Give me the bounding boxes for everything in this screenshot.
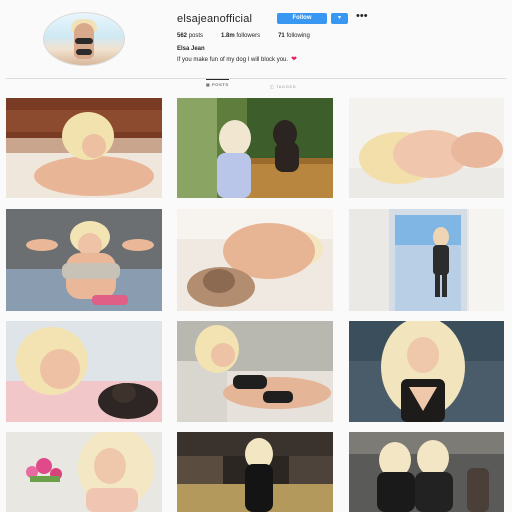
post-image <box>177 432 333 512</box>
post-thumbnail[interactable] <box>6 321 162 422</box>
post-image <box>177 321 333 422</box>
post-thumbnail[interactable] <box>349 432 504 512</box>
post-thumbnail[interactable] <box>349 98 504 198</box>
post-thumbnail[interactable] <box>177 321 333 422</box>
post-image <box>349 432 504 512</box>
post-image <box>6 321 162 422</box>
post-thumbnail[interactable] <box>177 98 333 198</box>
post-image <box>349 98 504 198</box>
post-thumbnail[interactable] <box>177 209 333 311</box>
post-grid <box>0 0 512 512</box>
post-image <box>6 209 162 311</box>
post-thumbnail[interactable] <box>349 209 504 311</box>
post-thumbnail[interactable] <box>177 432 333 512</box>
post-image <box>177 209 333 311</box>
post-image <box>349 209 504 311</box>
post-thumbnail[interactable] <box>6 432 162 512</box>
post-thumbnail[interactable] <box>349 321 504 422</box>
post-image <box>349 321 504 422</box>
post-thumbnail[interactable] <box>6 209 162 311</box>
post-image <box>6 432 162 512</box>
post-image <box>177 98 333 198</box>
post-thumbnail[interactable] <box>6 98 162 198</box>
post-image <box>6 98 162 198</box>
